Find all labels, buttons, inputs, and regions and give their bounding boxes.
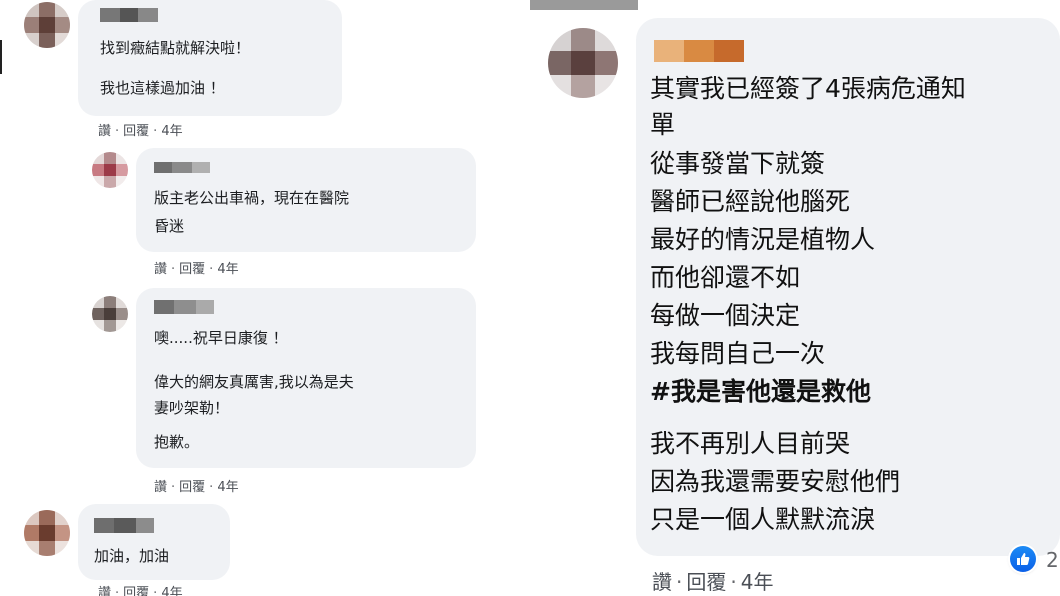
comment-actions: 讚 · 回覆 · 4年 [154,480,239,495]
timestamp[interactable]: 4年 [217,480,238,495]
comment-text-line: 因為我還需要安慰他們 [650,467,901,496]
timestamp[interactable]: 4年 [161,586,182,596]
comment-text-line: 偉大的網友真厲害,我以為是夫 [154,373,354,391]
blurred-author-name[interactable] [154,162,210,173]
avatar[interactable] [548,28,618,98]
reply-link[interactable]: 回覆 [123,586,149,596]
comment-actions: 讚 · 回覆 · 4年 [154,262,239,277]
comment-text-line: 其實我已經簽了4張病危通知 [650,74,966,103]
like-link[interactable]: 讚 [154,480,167,495]
text-cursor-mark [0,40,2,74]
reaction-count[interactable]: 2 [1046,548,1059,572]
comment-text-line: 我每問自己一次 [650,339,826,368]
reply-link[interactable]: 回覆 [179,262,205,277]
reply-link[interactable]: 回覆 [179,480,205,495]
comment-text-line: 昏迷 [154,217,185,235]
screenshot-collage: 找到癥結點就解決啦！ 我也這樣過加油 ！ 讚 · 回覆 · 4年 版主老公出車禍，現在在… [0,0,1060,596]
timestamp[interactable]: 4年 [217,262,238,277]
blurred-author-name[interactable] [94,518,154,533]
comment-bubble: 噢.....祝早日康復 ！ 偉大的網友真厲害,我以為是夫 妻吵架勒！ 抱歉。 [136,288,476,468]
reply-link[interactable]: 回覆 [686,570,726,594]
avatar[interactable] [92,296,128,332]
comment-text-line: 單 [650,110,676,139]
like-link[interactable]: 讚 [652,570,672,594]
blurred-author-name[interactable] [100,8,158,22]
comment-bubble: 加油，加油 [78,504,230,580]
avatar[interactable] [24,510,70,556]
like-link[interactable]: 讚 [98,586,111,596]
comment-text-line: 抱歉。 [154,433,200,451]
cropped-top-bar [530,0,638,10]
comment-text-line: 最好的情況是植物人 [650,225,876,254]
comment-actions: 讚 · 回覆 · 4年 [98,124,183,139]
reply-link[interactable]: 回覆 [123,124,149,139]
comment-text-line: 我不再別人目前哭 [650,429,851,458]
comment-bubble: 其實我已經簽了4張病危通知 單 從事發當下就簽 醫師已經說他腦死 最好的情況是植… [636,18,1060,556]
comment-text-line: 每做一個決定 [650,301,801,330]
comment-text-line: 找到癥結點就解決啦！ [100,39,251,57]
like-link[interactable]: 讚 [154,262,167,277]
panel-divider [520,0,528,596]
hashtag-line[interactable]: #我是害他還是救他 [650,376,871,408]
timestamp[interactable]: 4年 [161,124,182,139]
comment-text-line: 加油，加油 [94,547,170,565]
comment-text-line: 醫師已經說他腦死 [650,187,851,216]
like-reaction-icon[interactable] [1010,546,1036,572]
avatar[interactable] [24,2,70,48]
timestamp[interactable]: 4年 [741,570,774,594]
comment-text-line: 噢.....祝早日康復 ！ [154,329,288,347]
comment-bubble: 版主老公出車禍，現在在醫院 昏迷 [136,148,476,252]
comment-actions: 讚 · 回覆 · 4年 [98,582,183,596]
avatar[interactable] [92,152,128,188]
blurred-author-name[interactable] [154,300,214,314]
like-link[interactable]: 讚 [98,124,111,139]
comment-text-line: 從事發當下就簽 [650,149,826,178]
comment-text-line: 我也這樣過加油 ！ [100,79,225,97]
comment-actions: 讚 · 回覆 · 4年 [652,570,774,594]
comment-text-line: 版主老公出車禍，現在在醫院 [154,189,350,207]
comment-bubble: 找到癥結點就解決啦！ 我也這樣過加油 ！ [78,0,342,116]
blurred-author-name[interactable] [654,40,744,62]
comment-text-line: 而他卻還不如 [650,263,801,292]
comment-text-line: 妻吵架勒！ [154,399,230,417]
comment-text-line: 只是一個人默默流淚 [650,505,876,534]
